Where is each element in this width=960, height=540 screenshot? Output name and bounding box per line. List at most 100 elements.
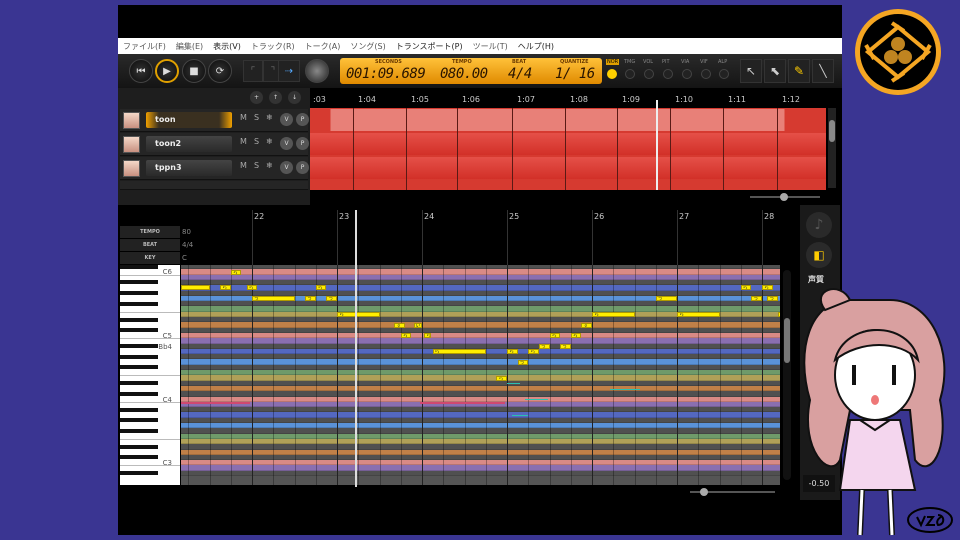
track-scrollbar[interactable] [828, 108, 836, 188]
menu-item[interactable]: ツール(T) [473, 41, 508, 52]
track-row[interactable]: toon2 M S ❄ V P [120, 133, 309, 156]
param-indicator[interactable] [644, 69, 654, 79]
track-zoom-slider[interactable] [750, 193, 820, 201]
black-key[interactable] [120, 317, 158, 322]
param-tab-vol[interactable]: VOL [643, 59, 653, 65]
beat-value[interactable]: 4/4 [508, 66, 532, 82]
move-up-button[interactable]: ↑ [269, 91, 282, 104]
note[interactable]: ち [777, 311, 780, 317]
param-tab-via[interactable]: VIA [681, 59, 689, 65]
loop-start-button[interactable]: ⌜ [243, 60, 263, 82]
note[interactable]: ち [570, 333, 582, 339]
menu-item[interactable]: ヘルプ(H) [518, 41, 554, 52]
volume-knob[interactable] [305, 59, 329, 83]
note[interactable]: ら [220, 285, 231, 291]
param-tab-vif[interactable]: VIF [700, 59, 708, 65]
note[interactable]: い [413, 322, 422, 328]
menu-item[interactable]: ファイル(F) [123, 41, 166, 52]
param-indicator[interactable] [663, 69, 673, 79]
note[interactable]: う [517, 359, 529, 365]
solo-button[interactable]: S [251, 161, 262, 175]
header-value-beat[interactable]: 4/4 [182, 241, 193, 249]
black-key[interactable] [120, 365, 158, 370]
voice-button[interactable]: V [280, 113, 293, 126]
pitch-row[interactable] [181, 470, 780, 477]
note[interactable]: ら [507, 349, 518, 355]
note[interactable]: う [655, 296, 677, 302]
black-key[interactable] [120, 407, 158, 412]
note[interactable]: ら [762, 285, 773, 291]
freeze-button[interactable]: ❄ [264, 137, 275, 151]
note[interactable]: ち [424, 333, 431, 339]
piano-roll-grid[interactable]: らちらううらうちずちいちらちらうらうちうちずちうちらうらうち [181, 265, 780, 485]
line-tool-icon[interactable]: ╲ [812, 59, 834, 83]
black-key[interactable] [120, 328, 158, 333]
track-name[interactable]: toon2 [146, 136, 232, 152]
track-name[interactable]: toon [146, 112, 232, 128]
note[interactable]: ず [394, 322, 405, 328]
voice-button[interactable]: V [280, 137, 293, 150]
note[interactable]: ち [496, 375, 507, 381]
black-key[interactable] [120, 301, 158, 306]
track-lanes[interactable] [310, 108, 826, 190]
note[interactable]: う [252, 296, 295, 302]
black-key[interactable] [120, 291, 158, 296]
freeze-button[interactable]: ❄ [264, 161, 275, 175]
track-lane[interactable] [310, 157, 826, 179]
mute-button[interactable]: M [238, 137, 249, 151]
note[interactable]: ち [337, 311, 380, 317]
note[interactable]: ち [230, 269, 242, 275]
note[interactable]: ち [677, 311, 720, 317]
menu-item[interactable]: 表示(V) [213, 41, 241, 52]
param-tab-nor[interactable]: NOR [606, 59, 620, 65]
note[interactable]: う [751, 296, 762, 302]
note[interactable]: ず [581, 322, 592, 328]
voice-button[interactable]: V [280, 161, 293, 174]
note[interactable]: う [326, 296, 337, 302]
note[interactable]: ち [400, 333, 412, 339]
param-indicator[interactable] [701, 69, 711, 79]
header-value-tempo[interactable]: 80 [182, 228, 191, 236]
header-value-key[interactable]: C [182, 254, 187, 262]
menu-item[interactable]: トーク(A) [305, 41, 341, 52]
param-button[interactable]: P [296, 113, 309, 126]
param-indicator[interactable] [719, 69, 729, 79]
param-indicator[interactable] [625, 69, 635, 79]
track-lane[interactable] [310, 133, 826, 155]
note[interactable]: ら [528, 349, 539, 355]
menu-item[interactable]: ソング(S) [350, 41, 385, 52]
param-tab-tmg[interactable]: TMG [624, 59, 635, 65]
black-key[interactable] [120, 280, 158, 285]
note[interactable] [181, 285, 210, 291]
black-key[interactable] [120, 471, 158, 476]
track-lane[interactable] [310, 109, 826, 131]
black-key[interactable] [120, 344, 158, 349]
note-icon[interactable]: ♪ [806, 212, 832, 238]
freeze-button[interactable]: ❄ [264, 113, 275, 127]
pencil-tool-icon[interactable]: ✎ [788, 59, 810, 83]
loop-button[interactable]: ⟳ [208, 59, 232, 83]
note[interactable]: ら [740, 285, 752, 291]
param-tab-pit[interactable]: PIT [662, 59, 670, 65]
timeline-ruler[interactable]: :03 1:04 1:05 1:06 1:07 1:08 1:09 1:10 1:11 1:12 [310, 88, 826, 108]
black-key[interactable] [120, 428, 158, 433]
playhead[interactable] [355, 210, 357, 487]
note[interactable]: ら [246, 285, 258, 291]
piano-keyboard[interactable]: C6 C5 Bb4 C4 C3 [120, 265, 180, 485]
note[interactable]: う [538, 343, 550, 349]
black-key[interactable] [120, 265, 158, 269]
solo-button[interactable]: S [251, 137, 262, 151]
param-button[interactable]: P [296, 161, 309, 174]
solo-button[interactable]: S [251, 113, 262, 127]
track-name[interactable]: tppn3 [146, 160, 232, 176]
note[interactable]: う [560, 343, 571, 349]
add-track-button[interactable]: + [250, 91, 263, 104]
rewind-button[interactable]: ⏮ [129, 59, 153, 83]
roll-zoom-slider[interactable] [690, 488, 775, 496]
track-row[interactable]: toon M S ❄ V P [120, 109, 309, 132]
select-tool-icon[interactable]: ⬉ [764, 59, 786, 83]
note[interactable]: ら [315, 285, 327, 291]
note[interactable]: う [767, 296, 778, 302]
black-key[interactable] [120, 455, 158, 460]
quantize-value[interactable]: 1/ 16 [555, 66, 595, 82]
